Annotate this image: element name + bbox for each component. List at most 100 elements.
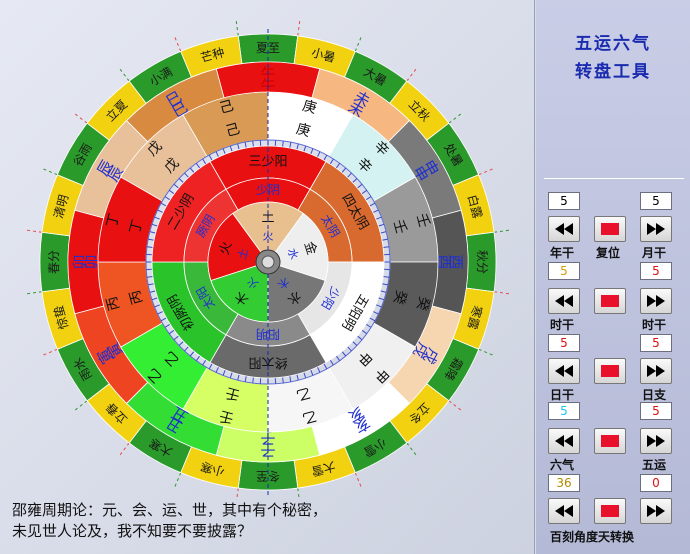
tick-mark xyxy=(357,183,363,189)
guide-line xyxy=(448,400,464,413)
tick-mark xyxy=(252,377,254,384)
tick-mark xyxy=(383,246,390,248)
tick-mark xyxy=(378,297,385,301)
tick-mark xyxy=(154,216,161,220)
shi-stop-button[interactable] xyxy=(594,288,626,314)
guide-line xyxy=(117,442,130,458)
tick-mark xyxy=(323,154,328,161)
reset-button[interactable] xyxy=(594,216,626,242)
tick-mark xyxy=(296,143,299,150)
guide-line xyxy=(493,291,512,295)
tick-mark xyxy=(352,341,358,346)
tick-mark xyxy=(372,310,379,315)
wu-yun-next-button[interactable] xyxy=(640,428,672,454)
angle-stop-button[interactable] xyxy=(594,498,626,524)
title-line-2: 转盘工具 xyxy=(575,62,651,82)
ri-gan-value[interactable]: 5 xyxy=(548,334,580,352)
tick-mark xyxy=(341,167,347,173)
ri-zhi-top-value[interactable]: 5 xyxy=(640,334,672,352)
tick-mark xyxy=(173,335,179,341)
tick-mark xyxy=(195,355,201,361)
wheel-panel: 夏至 小暑 大暑 立秋 处暑 白露 秋分 寒露 霜降 立冬 小雪 大雪 冬至 小寒 大寒 立春 雨水 惊蛰 春分 清明… xyxy=(0,0,535,554)
guide-line xyxy=(354,34,363,52)
guide-line xyxy=(297,18,301,37)
tick-mark xyxy=(164,323,171,328)
qi-stop-button[interactable] xyxy=(594,428,626,454)
guide-line xyxy=(24,291,43,295)
tick-mark xyxy=(160,317,167,322)
tick-mark xyxy=(237,143,240,150)
guide-line xyxy=(40,348,58,357)
tick-mark xyxy=(380,231,387,234)
shi-gan-value[interactable]: 5 xyxy=(548,262,580,280)
tick-mark xyxy=(310,369,314,376)
shi-gan-next-button[interactable] xyxy=(640,288,672,314)
rewind-icon xyxy=(555,295,573,307)
tick-mark xyxy=(316,151,321,158)
tick-mark xyxy=(282,377,284,384)
tick-mark xyxy=(380,290,387,293)
tick-mark xyxy=(151,297,158,301)
tick-mark xyxy=(149,231,156,234)
tick-mark xyxy=(160,202,167,207)
guide-line xyxy=(72,111,88,124)
ri-stop-button[interactable] xyxy=(594,358,626,384)
solar-term-label: 秋分 xyxy=(475,250,489,274)
nian-gan-value[interactable]: 5 xyxy=(548,192,580,210)
divider xyxy=(544,178,684,179)
control-panel: 五运六气 转盘工具 5 5 年干 复位 月干 5 5 时干 时干 5 5 日干 … xyxy=(536,0,690,554)
wu-yun-label: 五运 xyxy=(642,458,667,472)
tick-mark xyxy=(316,366,321,373)
wu-yun-value[interactable]: 0 xyxy=(640,474,672,492)
fast-forward-icon xyxy=(647,505,665,517)
tick-mark xyxy=(357,335,363,341)
tick-mark xyxy=(149,290,156,293)
tick-mark xyxy=(148,238,155,241)
guide-line xyxy=(235,18,239,37)
caption-line-2: 未见世人论及，我不知要不要披露？ xyxy=(12,522,253,540)
tick-mark xyxy=(169,189,175,195)
hub-center xyxy=(261,255,275,269)
tick-mark xyxy=(184,172,189,178)
fast-forward-icon xyxy=(647,223,665,235)
guide-line xyxy=(236,487,239,500)
angle-next-button[interactable] xyxy=(640,498,672,524)
liu-qi-value[interactable]: 36 xyxy=(548,474,580,492)
rewind-icon xyxy=(555,435,573,447)
five-phases-wheel[interactable]: 夏至 小暑大暑立秋处暑白露秋分寒露霜降立冬小雪大雪冬至小寒大寒立春雨水惊蛰春分清明… xyxy=(0,0,534,500)
ri-gan-2-value[interactable]: 5 xyxy=(548,402,580,420)
tick-mark xyxy=(202,359,207,366)
ri-gan-next-button[interactable] xyxy=(640,358,672,384)
tick-mark xyxy=(252,140,254,147)
yue-gan-value[interactable]: 5 xyxy=(640,192,672,210)
tick-mark xyxy=(184,346,189,352)
tick-mark xyxy=(244,375,247,382)
tick-mark xyxy=(310,148,314,155)
tick-mark xyxy=(289,375,292,382)
angle-prev-button[interactable] xyxy=(548,498,580,524)
angle-convert-label: 百刻角度天转换 xyxy=(550,530,635,544)
tick-mark xyxy=(323,363,328,370)
yue-gan-next-button[interactable] xyxy=(640,216,672,242)
rewind-icon xyxy=(555,365,573,377)
tick-mark xyxy=(361,189,367,195)
tick-mark xyxy=(244,142,247,149)
stop-icon xyxy=(601,223,619,235)
tick-mark xyxy=(208,363,213,370)
title-line-1: 五运六气 xyxy=(575,34,651,54)
reset-label: 复位 xyxy=(596,246,621,260)
guide-line xyxy=(406,66,419,82)
tick-mark xyxy=(303,372,307,379)
shi-gan-prev-button[interactable] xyxy=(548,288,580,314)
rewind-icon xyxy=(555,223,573,235)
ri-gan-prev-button[interactable] xyxy=(548,358,580,384)
solar-term-label: 春分 xyxy=(47,250,61,274)
tick-mark xyxy=(189,351,195,357)
ri-zhi-value[interactable]: 5 xyxy=(640,402,672,420)
tick-mark xyxy=(365,196,372,201)
shi-zhi-value[interactable]: 5 xyxy=(640,262,672,280)
nian-gan-prev-button[interactable] xyxy=(548,216,580,242)
shi-zhi-label: 时干 xyxy=(642,318,667,332)
tick-mark xyxy=(148,283,155,286)
liu-qi-prev-button[interactable] xyxy=(548,428,580,454)
